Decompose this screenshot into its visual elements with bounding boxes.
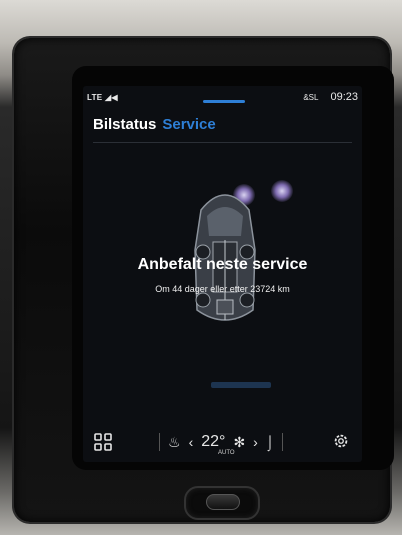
climate-mode: AUTO [218, 450, 235, 456]
fan-icon[interactable]: ✻ [233, 434, 245, 451]
seat-heat-icon[interactable]: ♨ [168, 434, 181, 451]
climate-controls: ♨ ‹ 22° ✻ › ⌡ [159, 433, 284, 451]
separator [159, 433, 160, 451]
service-detail: Om 44 dager eller etter 23724 km [155, 284, 290, 294]
signal-strength-icon: ◢◀ [104, 93, 118, 102]
service-title: Anbefalt neste service [137, 256, 308, 273]
home-button-knob [206, 494, 240, 510]
apps-grid-icon[interactable] [93, 432, 113, 452]
clock: 09:23 [330, 91, 358, 103]
signal-indicator: LTE ◢◀ [87, 93, 118, 102]
signal-label: LTE [87, 93, 103, 102]
profile-label: &SL [303, 92, 319, 102]
seat-icon[interactable]: ⌡ [266, 434, 274, 450]
status-right: &SL 09:23 [303, 91, 358, 103]
temperature[interactable]: 22° [201, 433, 225, 451]
chevron-left-icon[interactable]: ‹ [189, 434, 194, 450]
header-divider [93, 142, 352, 143]
swipe-indicator [203, 100, 245, 103]
settings-gear-icon[interactable] [332, 432, 350, 450]
tab-bar: Bilstatus Service [93, 116, 216, 133]
home-button[interactable] [184, 486, 260, 520]
climate-bar: ♨ ‹ 22° ✻ › ⌡ AUTO [83, 422, 362, 462]
status-bar: LTE ◢◀ &SL 09:23 [83, 86, 362, 106]
screen-reflection [211, 382, 271, 388]
tab-service[interactable]: Service [162, 116, 215, 133]
chevron-right-icon[interactable]: › [253, 434, 258, 450]
infotainment-screen: LTE ◢◀ &SL 09:23 Bilstatus Service Anbef… [83, 86, 362, 462]
tab-bilstatus[interactable]: Bilstatus [93, 116, 156, 133]
separator [282, 433, 284, 451]
